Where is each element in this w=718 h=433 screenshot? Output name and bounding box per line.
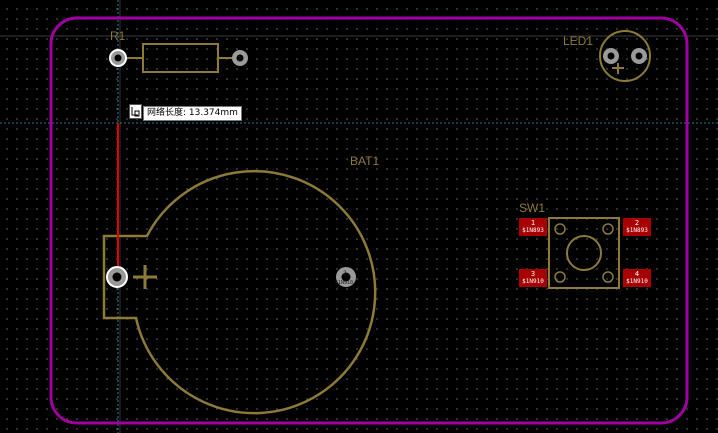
sw1-pad-1-number: 1	[530, 219, 536, 227]
bat1-designator: BAT1	[350, 154, 379, 168]
bat1-outline[interactable]	[102, 169, 377, 415]
pcb-layers: R1 LED1 BAT1 SW1 2 2 $1N910	[0, 0, 718, 433]
led1-designator: LED1	[563, 34, 593, 48]
sw1-button-circle	[566, 235, 602, 271]
led1-pad-1-hole	[607, 52, 615, 60]
r1-pin2-number: 2	[237, 55, 241, 63]
board-outline[interactable]	[49, 16, 689, 425]
sw1-corner-tr	[602, 223, 614, 235]
bat1-pad-1-hole	[112, 272, 122, 282]
net-length-tooltip: 网络长度: 13.374mm	[143, 106, 242, 121]
sw1-pad-3-number: 3	[530, 270, 536, 278]
r1-pad-1-hole	[114, 54, 122, 62]
led1-pad-2-hole	[635, 52, 643, 60]
sw1-corner-br	[602, 271, 614, 283]
sw1-designator: SW1	[519, 201, 545, 215]
sw1-pad-3[interactable]: 3 $1N910	[519, 269, 547, 287]
sw1-body[interactable]	[548, 217, 620, 289]
bat1-pin2-number: 2	[343, 270, 347, 277]
sw1-pad-1-net: $1N893	[522, 227, 544, 234]
sw1-pad-4-number: 4	[634, 270, 640, 278]
sw1-pad-2-number: 2	[634, 219, 640, 227]
sw1-corner-bl	[554, 271, 566, 283]
pcb-route-cursor-icon	[129, 104, 142, 119]
r1-body[interactable]	[142, 43, 219, 73]
sw1-pad-2[interactable]: 2 $1N893	[623, 218, 651, 236]
sw1-pad-2-net: $1N893	[626, 227, 648, 234]
sw1-corner-tl	[554, 223, 566, 235]
bat1-pin2-net: $1N910	[335, 280, 353, 286]
sw1-pad-4-net: $1N910	[626, 278, 648, 285]
sw1-pad-3-net: $1N910	[522, 278, 544, 285]
sw1-pad-4[interactable]: 4 $1N910	[623, 269, 651, 287]
sw1-pad-1[interactable]: 1 $1N893	[519, 218, 547, 236]
r1-designator: R1	[110, 29, 126, 43]
